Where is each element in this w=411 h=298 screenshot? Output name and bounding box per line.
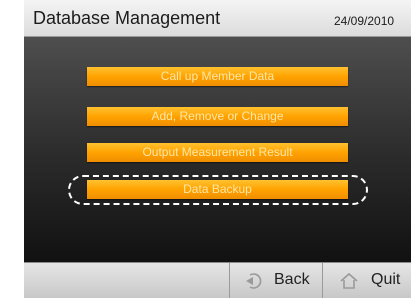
quit-label: Quit [371, 271, 401, 288]
add-remove-change-button[interactable]: Add, Remove or Change [87, 107, 348, 126]
home-icon [340, 272, 358, 289]
back-label: Back [274, 271, 310, 288]
footer-bar: Back Quit [24, 262, 411, 298]
quit-button[interactable]: Quit [322, 263, 411, 298]
header-bar: Database Management 24/09/2010 [24, 0, 411, 37]
page-title: Database Management [33, 8, 221, 28]
output-measurement-result-button[interactable]: Output Measurement Result [87, 143, 348, 162]
back-arrow-icon [246, 273, 262, 289]
call-up-member-data-button[interactable]: Call up Member Data [87, 67, 348, 86]
data-backup-button[interactable]: Data Backup [87, 180, 348, 199]
main-panel: Call up Member Data Add, Remove or Chang… [24, 37, 411, 262]
back-button[interactable]: Back [229, 263, 322, 298]
date-display: 24/09/2010 [334, 14, 395, 28]
